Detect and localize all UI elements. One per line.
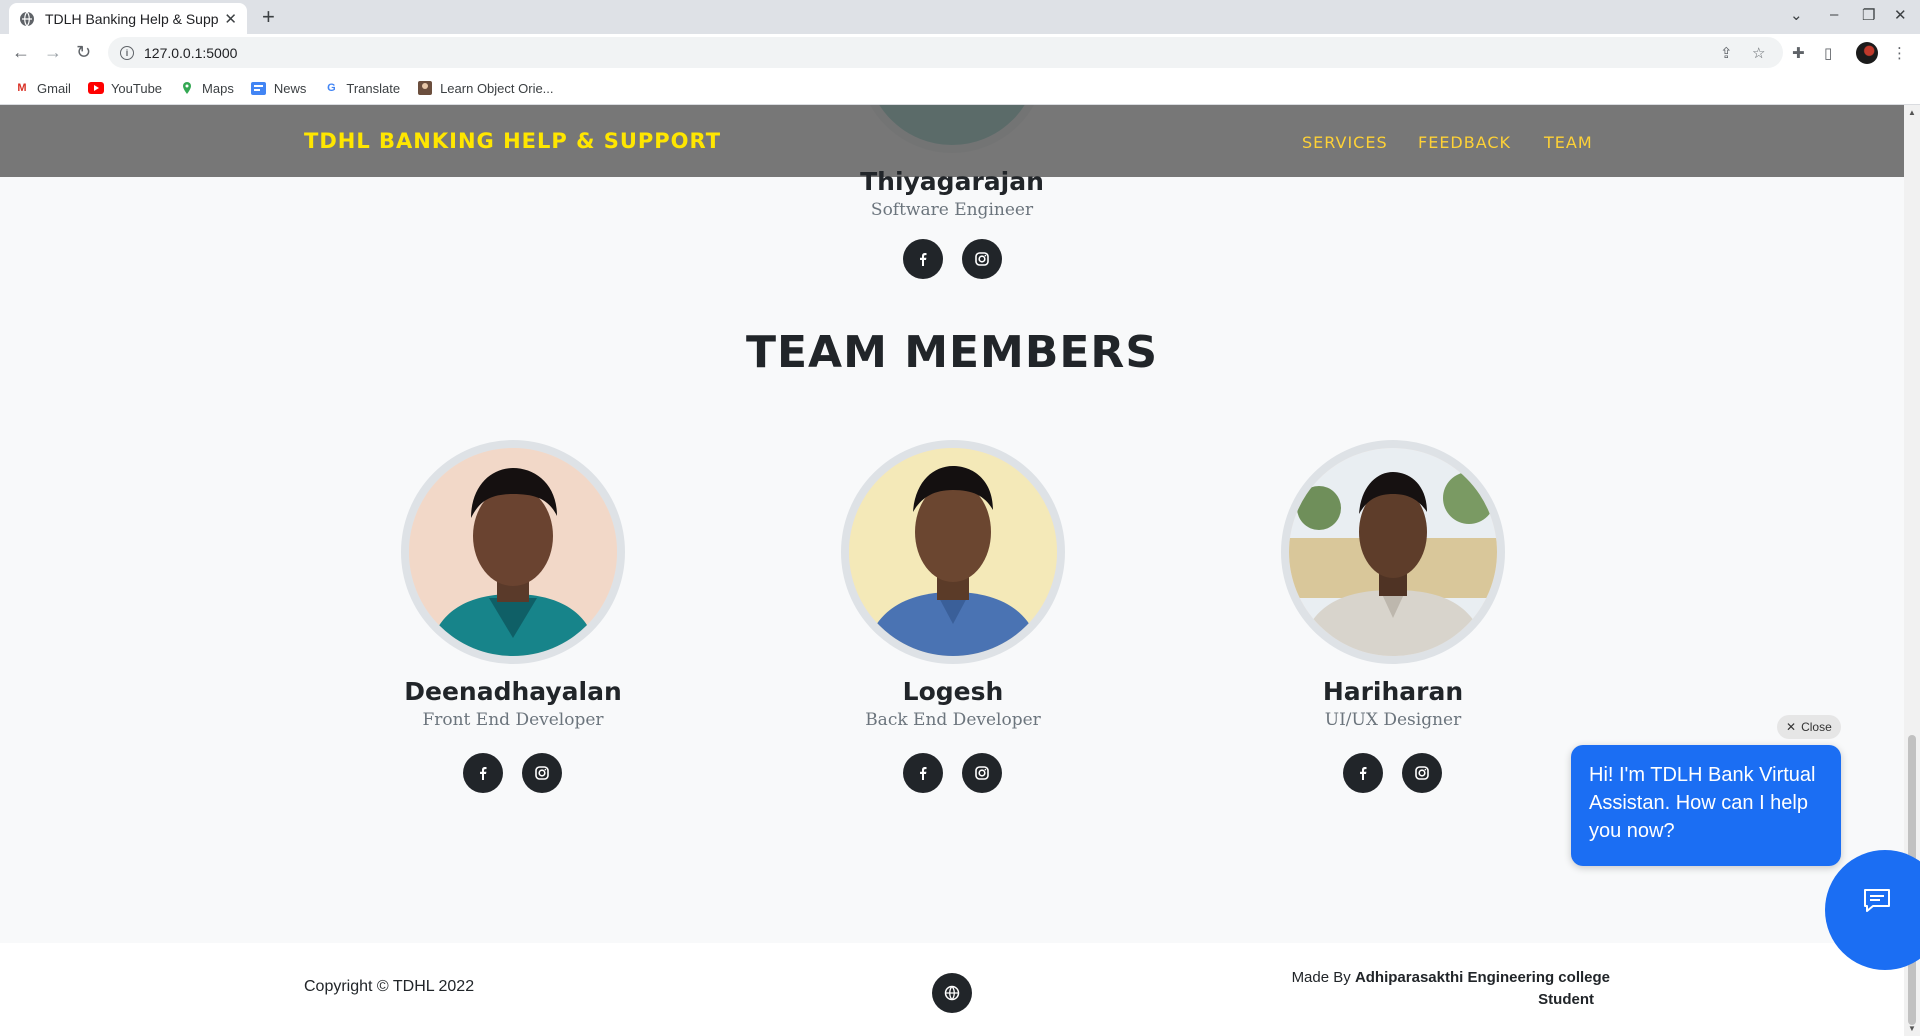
youtube-icon: [87, 81, 104, 95]
tab-title: TDLH Banking Help & Suppor: [45, 10, 219, 27]
credit-prefix: Made By: [1291, 969, 1351, 986]
bookmark-gmail[interactable]: M Gmail: [14, 81, 71, 96]
member-instagram-icon[interactable]: [962, 753, 1002, 793]
footer-credit: Made By Adhiparasakthi Engineering colle…: [1230, 967, 1610, 1011]
credit-suffix: Student: [1538, 991, 1594, 1008]
browser-menu-icon[interactable]: ⋮: [1892, 44, 1907, 62]
site-brand[interactable]: TDHL BANKING HELP & SUPPORT: [304, 129, 721, 153]
lead-instagram-icon[interactable]: [962, 239, 1002, 279]
bookmark-translate[interactable]: G Translate: [323, 81, 400, 96]
site-info-icon[interactable]: i: [120, 45, 134, 60]
member-role: Front End Developer: [422, 710, 604, 730]
share-icon[interactable]: ⇪: [1720, 44, 1733, 62]
member-name: Logesh: [902, 677, 1004, 706]
chat-close-button[interactable]: ✕ Close: [1777, 715, 1841, 739]
window-close-icon[interactable]: ✕: [1894, 6, 1907, 24]
close-icon: ✕: [1786, 720, 1797, 734]
site-footer: Copyright © TDHL 2022 Made By Adhiparasa…: [0, 943, 1904, 1036]
minimize-icon[interactable]: –: [1830, 6, 1838, 23]
lead-member-name: Thiyagarajan: [860, 167, 1044, 196]
profile-avatar-icon[interactable]: [1856, 42, 1878, 64]
member-facebook-icon[interactable]: [1343, 753, 1383, 793]
browser-toolbar: ← → ↻ i 127.0.0.1:5000: [0, 34, 1920, 72]
news-icon: [251, 81, 267, 95]
member-name: Deenadhayalan: [404, 677, 622, 706]
address-bar[interactable]: i 127.0.0.1:5000: [108, 37, 1783, 68]
forward-icon[interactable]: →: [44, 43, 62, 61]
member-instagram-icon[interactable]: [522, 753, 562, 793]
member-name: Hariharan: [1322, 677, 1464, 706]
footer-globe-icon[interactable]: [932, 973, 972, 1013]
nav-link-feedback[interactable]: FEEDBACK: [1418, 133, 1511, 152]
scroll-up-icon[interactable]: ▲: [1908, 108, 1916, 117]
bookmark-news[interactable]: News: [251, 81, 306, 96]
bookmark-learn-oop[interactable]: Learn Object Orie...: [417, 81, 554, 96]
bookmark-favicon-icon: [417, 81, 433, 95]
side-panel-icon[interactable]: ▯: [1824, 44, 1832, 62]
member-facebook-icon[interactable]: [903, 753, 943, 793]
member-instagram-icon[interactable]: [1402, 753, 1442, 793]
translate-icon: G: [327, 82, 336, 94]
nav-link-services[interactable]: SERVICES: [1302, 133, 1388, 152]
member-avatar: [841, 440, 1065, 664]
member-avatar: [1281, 440, 1505, 664]
footer-copyright: Copyright © TDHL 2022: [304, 978, 475, 995]
member-facebook-icon[interactable]: [463, 753, 503, 793]
chat-close-label: Close: [1801, 720, 1832, 734]
team-section-title: TEAM MEMBERS: [745, 327, 1159, 378]
bookmark-star-icon[interactable]: ☆: [1752, 44, 1765, 62]
lead-facebook-icon[interactable]: [903, 239, 943, 279]
gmail-icon: M: [17, 82, 27, 94]
bookmarks-bar: M Gmail YouTube Maps News G Translate Le…: [0, 72, 1920, 105]
globe-favicon-icon: [19, 11, 35, 27]
chat-icon: [1864, 889, 1890, 912]
reload-icon[interactable]: ↻: [76, 43, 91, 61]
scroll-down-icon[interactable]: ▼: [1908, 1024, 1916, 1033]
extensions-icon[interactable]: ✚: [1792, 44, 1805, 62]
bookmark-maps[interactable]: Maps: [179, 81, 234, 96]
maps-icon: [179, 81, 195, 95]
browser-tab[interactable]: TDLH Banking Help & Suppor ✕: [9, 3, 247, 34]
page-viewport: TDHL BANKING HELP & SUPPORT SERVICES FEE…: [0, 105, 1904, 1036]
browser-tab-strip: TDLH Banking Help & Suppor ✕ + ⌄ – ❐ ✕: [0, 0, 1920, 34]
tab-close-icon[interactable]: ✕: [224, 10, 237, 28]
restore-icon[interactable]: ❐: [1862, 6, 1875, 24]
back-icon[interactable]: ←: [12, 43, 30, 61]
member-role: Back End Developer: [865, 710, 1041, 730]
tab-search-icon[interactable]: ⌄: [1790, 6, 1803, 24]
url-text: 127.0.0.1:5000: [144, 44, 238, 61]
credit-org: Adhiparasakthi Engineering college: [1354, 969, 1610, 986]
chat-greeting-bubble[interactable]: Hi! I'm TDLH Bank Virtual Assistan. How …: [1571, 745, 1841, 866]
new-tab-icon[interactable]: +: [262, 6, 275, 28]
nav-link-team[interactable]: TEAM: [1544, 133, 1593, 152]
lead-member-role: Software Engineer: [870, 200, 1034, 220]
bookmark-youtube[interactable]: YouTube: [87, 81, 162, 96]
member-avatar: [401, 440, 625, 664]
member-role: UI/UX Designer: [1324, 710, 1462, 730]
